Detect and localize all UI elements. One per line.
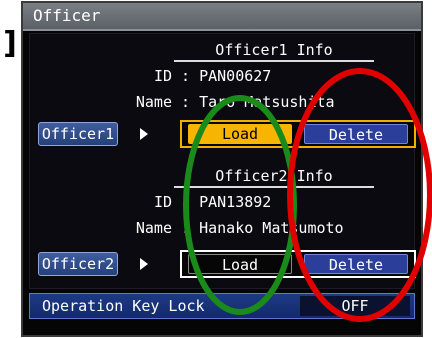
officer2-delete-button[interactable]: Delete bbox=[304, 254, 408, 274]
officer1-name-value: Taro Matsushita bbox=[199, 93, 335, 111]
officer1-select-button[interactable]: Officer1 bbox=[38, 122, 118, 146]
window-title: Officer bbox=[33, 6, 101, 25]
name-separator: : bbox=[181, 93, 200, 111]
officer1-delete-button[interactable]: Delete bbox=[304, 124, 408, 144]
officer1-action-group: Load Delete bbox=[180, 120, 416, 148]
operation-key-lock-label: Operation Key Lock bbox=[42, 297, 205, 315]
officer2-action-group: Load Delete bbox=[180, 250, 416, 278]
page-bracket-marker: ] bbox=[3, 26, 17, 61]
officer1-id-label: ID bbox=[153, 67, 172, 85]
officer1-info-heading: Officer1 Info bbox=[174, 40, 374, 62]
officer-panel: Officer1 Info ID : PAN00627 Name : Taro … bbox=[29, 33, 416, 289]
officer2-name-label: Name bbox=[135, 219, 172, 237]
officer-screen: Officer Officer1 Info ID : PAN00627 Name… bbox=[21, 1, 423, 337]
id-separator: : bbox=[181, 67, 200, 85]
officer2-id-row: ID : PAN13892 bbox=[116, 192, 271, 212]
id-separator: : bbox=[181, 193, 200, 211]
play-arrow-icon bbox=[140, 128, 148, 140]
officer2-name-value: Hanako Matsumoto bbox=[199, 219, 344, 237]
officer1-load-button[interactable]: Load bbox=[188, 124, 292, 144]
operation-key-lock-value[interactable]: OFF bbox=[300, 296, 410, 316]
officer2-name-row: Name : Hanako Matsumoto bbox=[116, 218, 344, 238]
officer2-info-heading: Officer2 Info bbox=[174, 166, 374, 188]
officer1-id-value: PAN00627 bbox=[199, 67, 272, 85]
officer2-select-button[interactable]: Officer2 bbox=[38, 252, 118, 276]
play-arrow-icon bbox=[140, 258, 148, 270]
officer2-load-button[interactable]: Load bbox=[188, 254, 292, 274]
operation-key-lock-row[interactable]: Operation Key Lock OFF bbox=[29, 293, 415, 319]
name-separator: : bbox=[181, 219, 200, 237]
title-bar: Officer bbox=[23, 3, 421, 31]
officer2-id-label: ID bbox=[153, 193, 172, 211]
officer1-name-label: Name bbox=[135, 93, 172, 111]
officer1-id-row: ID : PAN00627 bbox=[116, 66, 271, 86]
officer2-id-value: PAN13892 bbox=[199, 193, 272, 211]
officer1-name-row: Name : Taro Matsushita bbox=[116, 92, 335, 112]
